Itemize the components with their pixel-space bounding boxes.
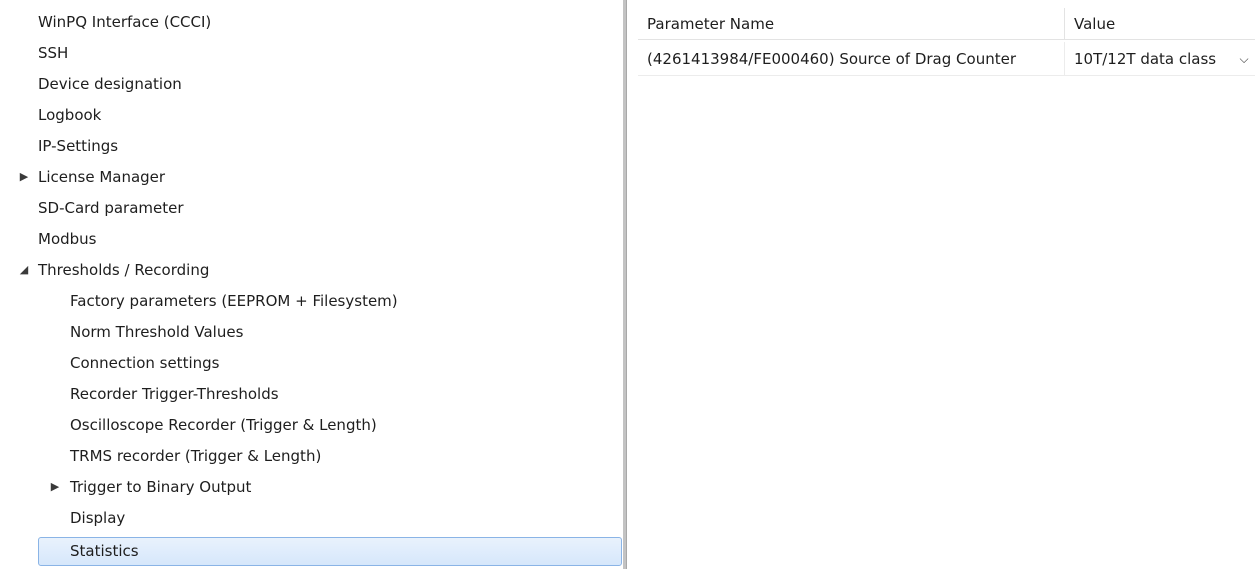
tree-item-label: Device designation: [38, 75, 182, 93]
tree-item-label: Trigger to Binary Output: [70, 478, 252, 496]
panel-splitter[interactable]: [623, 0, 638, 569]
tree-item-label: Oscilloscope Recorder (Trigger & Length): [70, 416, 377, 434]
tree-item-statistics[interactable]: Statistics: [0, 535, 623, 566]
expand-arrow-icon[interactable]: ▶: [48, 473, 62, 501]
parameter-grid: Parameter Name Value (4261413984/FE00046…: [638, 0, 1255, 569]
collapse-arrow-icon[interactable]: ◢: [17, 256, 31, 284]
grid-header: Parameter Name Value: [638, 8, 1255, 40]
column-header-parameter-name[interactable]: Parameter Name: [638, 8, 1065, 40]
tree-item-label: Connection settings: [70, 354, 220, 372]
tree-item-label: SSH: [38, 44, 69, 62]
tree-item-label: Thresholds / Recording: [38, 261, 210, 279]
chevron-down-icon[interactable]: ⌵: [1237, 42, 1251, 75]
parameter-name-cell: (4261413984/FE000460) Source of Drag Cou…: [638, 42, 1065, 76]
table-row[interactable]: (4261413984/FE000460) Source of Drag Cou…: [638, 42, 1255, 76]
tree-item-label: Modbus: [38, 230, 97, 248]
value-dropdown[interactable]: 10T/12T data class ⌵: [1065, 42, 1255, 76]
tree-item-label: Display: [70, 509, 126, 527]
expand-arrow-icon[interactable]: ▶: [17, 163, 31, 191]
tree-item-label: Statistics: [70, 542, 139, 560]
tree-item-label: Factory parameters (EEPROM + Filesystem): [70, 292, 398, 310]
tree-item-label: Logbook: [38, 106, 102, 124]
tree-item-label: Recorder Trigger-Thresholds: [70, 385, 279, 403]
tree-item-label: IP-Settings: [38, 137, 119, 155]
tree-item-label: SD-Card parameter: [38, 199, 184, 217]
tree-item-label: WinPQ Interface (CCCI): [38, 13, 212, 31]
tree-item-label: License Manager: [38, 168, 166, 186]
tree-item-label: Norm Threshold Values: [70, 323, 244, 341]
column-header-value[interactable]: Value: [1065, 8, 1255, 40]
value-dropdown-text: 10T/12T data class: [1074, 50, 1217, 68]
tree-item-label: TRMS recorder (Trigger & Length): [70, 447, 322, 465]
navigation-tree: WinPQ Interface (CCCI) SSH Device design…: [0, 0, 623, 569]
